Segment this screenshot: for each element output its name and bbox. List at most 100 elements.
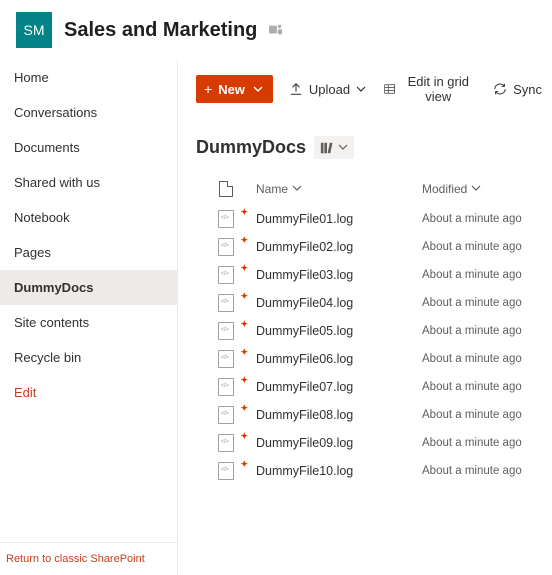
file-modified: About a minute ago xyxy=(422,437,552,449)
nav-item-notebook[interactable]: Notebook xyxy=(0,200,177,235)
log-file-icon xyxy=(218,378,234,396)
chevron-down-icon xyxy=(253,82,263,97)
view-switcher[interactable] xyxy=(314,136,354,159)
file-name[interactable]: DummyFile09.log xyxy=(256,436,422,450)
new-badge-icon: ✦ xyxy=(240,235,248,246)
file-name[interactable]: DummyFile07.log xyxy=(256,380,422,394)
file-modified: About a minute ago xyxy=(422,409,552,421)
nav-item-recycle-bin[interactable]: Recycle bin xyxy=(0,340,177,375)
document-icon xyxy=(219,181,233,197)
nav-item-shared-with-us[interactable]: Shared with us xyxy=(0,165,177,200)
site-logo: SM xyxy=(16,12,52,48)
file-row[interactable]: ✦ DummyFile10.logAbout a minute ago xyxy=(178,457,552,485)
edit-grid-label: Edit in grid view xyxy=(401,74,475,104)
nav-item-conversations[interactable]: Conversations xyxy=(0,95,177,130)
library-title: DummyDocs xyxy=(196,137,306,158)
file-modified: About a minute ago xyxy=(422,269,552,281)
file-name[interactable]: DummyFile05.log xyxy=(256,324,422,338)
column-headers: Name Modified xyxy=(178,173,552,205)
sync-icon xyxy=(493,82,507,96)
chevron-down-icon xyxy=(338,140,348,155)
file-name[interactable]: DummyFile08.log xyxy=(256,408,422,422)
teams-icon xyxy=(269,23,283,37)
file-modified: About a minute ago xyxy=(422,325,552,337)
column-header-name[interactable]: Name xyxy=(256,182,422,196)
chevron-down-icon xyxy=(356,82,366,97)
nav-item-dummydocs[interactable]: DummyDocs xyxy=(0,270,177,305)
file-modified: About a minute ago xyxy=(422,353,552,365)
file-modified: About a minute ago xyxy=(422,297,552,309)
new-badge-icon: ✦ xyxy=(240,319,248,330)
file-name[interactable]: DummyFile04.log xyxy=(256,296,422,310)
file-type-cell: ✦ xyxy=(196,294,256,312)
sync-label: Sync xyxy=(513,82,542,97)
file-name[interactable]: DummyFile10.log xyxy=(256,464,422,478)
new-badge-icon: ✦ xyxy=(240,347,248,358)
sync-button[interactable]: Sync xyxy=(491,78,544,101)
upload-icon xyxy=(289,82,303,96)
nav-item-site-contents[interactable]: Site contents xyxy=(0,305,177,340)
column-header-type[interactable] xyxy=(196,181,256,197)
command-bar: + New Upload Edit in grid view Sync xyxy=(178,60,552,118)
new-badge-icon: ✦ xyxy=(240,459,248,470)
file-type-cell: ✦ xyxy=(196,350,256,368)
new-button-label: New xyxy=(218,82,245,97)
file-type-cell: ✦ xyxy=(196,462,256,480)
file-row[interactable]: ✦ DummyFile03.logAbout a minute ago xyxy=(178,261,552,289)
file-row[interactable]: ✦ DummyFile02.logAbout a minute ago xyxy=(178,233,552,261)
new-badge-icon: ✦ xyxy=(240,431,248,442)
log-file-icon xyxy=(218,294,234,312)
chevron-down-icon xyxy=(292,182,302,196)
file-modified: About a minute ago xyxy=(422,241,552,253)
log-file-icon xyxy=(218,266,234,284)
file-row[interactable]: ✦DummyFile01.logAbout a minute ago xyxy=(178,205,552,233)
file-type-cell: ✦ xyxy=(196,378,256,396)
plus-icon: + xyxy=(204,81,212,97)
file-modified: About a minute ago xyxy=(422,465,552,477)
file-row[interactable]: ✦ DummyFile05.logAbout a minute ago xyxy=(178,317,552,345)
log-file-icon xyxy=(218,406,234,424)
log-file-icon xyxy=(218,462,234,480)
new-badge-icon: ✦ xyxy=(240,263,248,274)
file-type-cell: ✦ xyxy=(196,238,256,256)
file-row[interactable]: ✦ DummyFile06.logAbout a minute ago xyxy=(178,345,552,373)
log-file-icon xyxy=(218,238,234,256)
file-name[interactable]: DummyFile01.log xyxy=(256,212,422,226)
file-type-cell: ✦ xyxy=(196,322,256,340)
sidebar: Home Conversations Documents Shared with… xyxy=(0,60,178,575)
edit-grid-button[interactable]: Edit in grid view xyxy=(382,70,477,108)
main-content: + New Upload Edit in grid view Sync Dumm… xyxy=(178,60,552,575)
library-header: DummyDocs xyxy=(178,118,552,173)
file-name[interactable]: DummyFile03.log xyxy=(256,268,422,282)
nav-item-home[interactable]: Home xyxy=(0,60,177,95)
log-file-icon xyxy=(218,210,234,228)
new-badge-icon: ✦ xyxy=(240,291,248,302)
file-name[interactable]: DummyFile02.log xyxy=(256,240,422,254)
file-row[interactable]: ✦DummyFile08.logAbout a minute ago xyxy=(178,401,552,429)
file-type-cell: ✦ xyxy=(196,210,256,228)
file-modified: About a minute ago xyxy=(422,381,552,393)
new-badge-icon: ✦ xyxy=(240,207,248,218)
nav-item-documents[interactable]: Documents xyxy=(0,130,177,165)
log-file-icon xyxy=(218,322,234,340)
file-name[interactable]: DummyFile06.log xyxy=(256,352,422,366)
file-row[interactable]: ✦ DummyFile07.logAbout a minute ago xyxy=(178,373,552,401)
return-classic-link[interactable]: Return to classic SharePoint xyxy=(0,542,177,575)
chevron-down-icon xyxy=(471,182,481,196)
books-icon xyxy=(320,141,334,155)
new-badge-icon: ✦ xyxy=(240,375,248,386)
file-row[interactable]: ✦ DummyFile04.logAbout a minute ago xyxy=(178,289,552,317)
nav-item-edit[interactable]: Edit xyxy=(0,375,177,410)
file-type-cell: ✦ xyxy=(196,434,256,452)
site-header: SM Sales and Marketing xyxy=(0,0,552,60)
file-row[interactable]: ✦ DummyFile09.logAbout a minute ago xyxy=(178,429,552,457)
new-button[interactable]: + New xyxy=(196,75,273,103)
nav-item-pages[interactable]: Pages xyxy=(0,235,177,270)
grid-icon xyxy=(384,82,395,96)
upload-label: Upload xyxy=(309,82,350,97)
log-file-icon xyxy=(218,434,234,452)
file-type-cell: ✦ xyxy=(196,266,256,284)
column-header-modified[interactable]: Modified xyxy=(422,182,552,196)
site-title: Sales and Marketing xyxy=(64,19,257,42)
upload-button[interactable]: Upload xyxy=(287,78,368,101)
